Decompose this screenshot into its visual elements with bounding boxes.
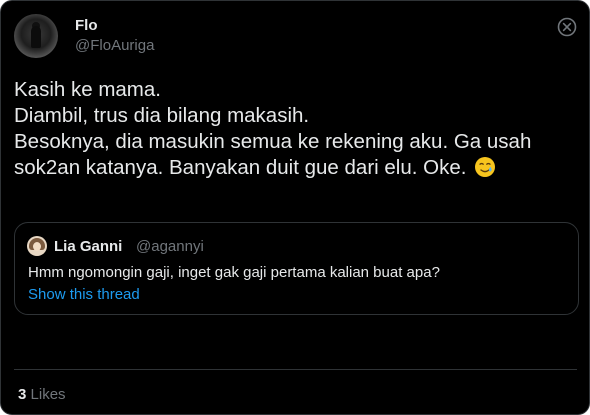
tweet-line: Besoknya, dia masukin semua ke rekening … [14,130,532,153]
close-icon [557,17,577,37]
quoted-author-avatar[interactable] [27,236,47,256]
tweet-line-last: sok2an katanya. Banyakan duit gue dari e… [14,155,574,181]
tweet-line: Diambil, trus dia bilang makasih. [14,104,310,127]
avatar-figure [31,26,41,48]
author-avatar[interactable] [14,14,58,58]
show-thread-link[interactable]: Show this thread [28,286,140,303]
author-display-name[interactable]: Flo [75,17,98,34]
author-handle[interactable]: @FloAuriga [75,37,154,54]
tweet-text: Kasih ke mama. Diambil, trus dia bilang … [14,77,574,181]
quoted-avatar-face [33,242,41,251]
likes-label: Likes [30,386,66,403]
likes-count: 3 [18,386,27,403]
divider [14,369,577,370]
quoted-tweet-text: Hmm ngomongin gaji, inget gak gaji perta… [28,264,440,281]
face-with-tear-emoji-icon [474,156,496,178]
quoted-author-handle[interactable]: @agannyi [136,238,204,255]
tweet-line-text: sok2an katanya. Banyakan duit gue dari e… [14,156,467,179]
tweet-card: Flo @FloAuriga Kasih ke mama. Diambil, t… [0,0,590,415]
quoted-author-display-name[interactable]: Lia Ganni [54,238,122,255]
likes-stat[interactable]: 3 Likes [18,386,66,403]
quoted-tweet[interactable]: Lia Ganni @agannyi Hmm ngomongin gaji, i… [14,222,579,315]
tweet-line: Kasih ke mama. [14,78,161,101]
close-button[interactable] [555,15,579,39]
